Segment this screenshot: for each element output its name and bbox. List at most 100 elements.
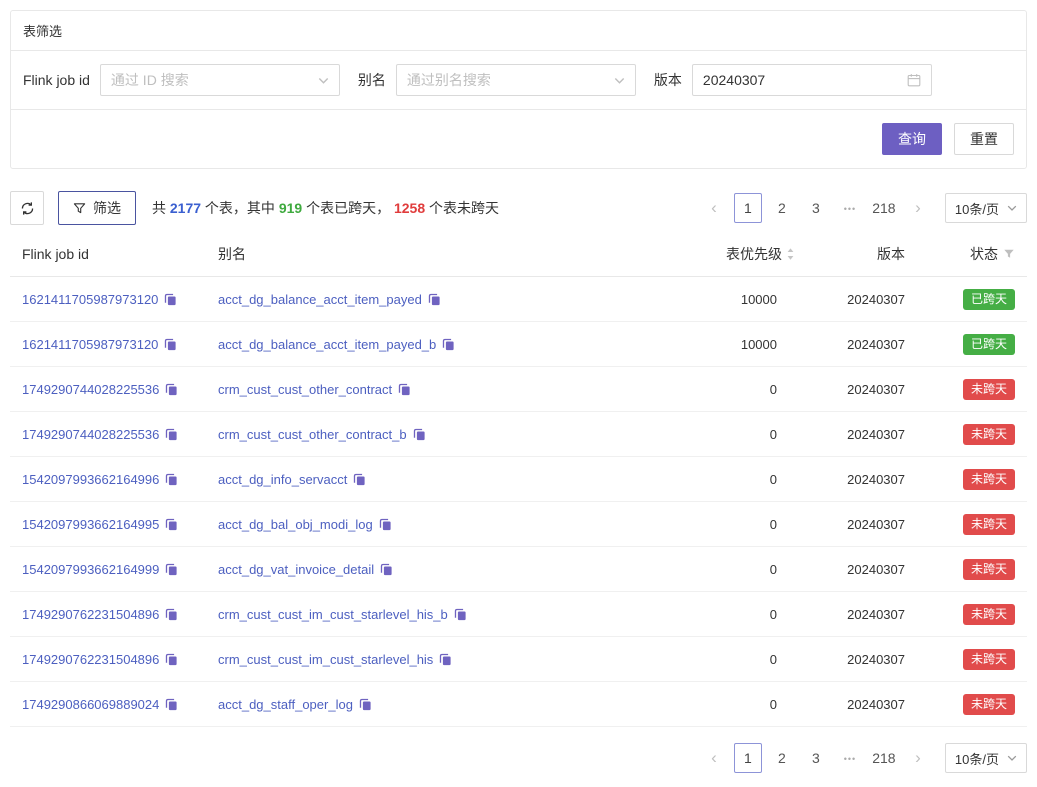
filter-funnel-icon[interactable] — [1003, 248, 1015, 260]
version-date-input[interactable] — [703, 72, 907, 88]
version-cell: 20240307 — [795, 427, 905, 442]
copy-icon[interactable] — [165, 608, 178, 621]
pagination-prev[interactable]: ‹ — [700, 743, 728, 773]
copy-icon[interactable] — [428, 293, 441, 306]
flink-job-id-cell: 1542097993662164999 — [22, 562, 218, 577]
table-row: 1749290744028225536 crm_cust_cust_other_… — [10, 367, 1027, 412]
version-label: 版本 — [654, 70, 682, 90]
status-cell: 未跨天 — [905, 559, 1015, 580]
alias-input[interactable] — [407, 72, 614, 88]
pagination-next[interactable]: › — [904, 743, 932, 773]
page-size-select[interactable]: 10条/页 — [945, 743, 1027, 773]
status-badge: 未跨天 — [963, 469, 1015, 490]
flink-job-id-link[interactable]: 1749290744028225536 — [22, 427, 159, 442]
copy-icon[interactable] — [165, 698, 178, 711]
pagination-page-last[interactable]: 218 — [870, 743, 898, 773]
alias-link[interactable]: acct_dg_vat_invoice_detail — [218, 562, 374, 577]
status-cell: 已跨天 — [905, 334, 1015, 355]
copy-icon[interactable] — [413, 428, 426, 441]
pagination-page-3[interactable]: 3 — [802, 743, 830, 773]
flink-job-id-cell: 1749290866069889024 — [22, 697, 218, 712]
pagination-page-1[interactable]: 1 — [734, 743, 762, 773]
pagination-prev[interactable]: ‹ — [700, 193, 728, 223]
status-cell: 未跨天 — [905, 424, 1015, 445]
flink-job-id-link[interactable]: 1749290762231504896 — [22, 607, 159, 622]
table-header: Flink job id 别名 表优先级 版本 状态 — [10, 231, 1027, 277]
alias-cell: acct_dg_vat_invoice_detail — [218, 562, 645, 577]
pagination-bottom: ‹ 1 2 3 ••• 218 › 10条/页 — [697, 743, 1027, 773]
pagination-page-2[interactable]: 2 — [768, 193, 796, 223]
status-cell: 未跨天 — [905, 649, 1015, 670]
refresh-button[interactable] — [10, 191, 44, 225]
copy-icon[interactable] — [164, 293, 177, 306]
copy-icon[interactable] — [454, 608, 467, 621]
version-date-picker[interactable] — [692, 64, 932, 96]
status-badge: 已跨天 — [963, 334, 1015, 355]
footer: ‹ 1 2 3 ••• 218 › 10条/页 — [10, 743, 1027, 773]
alias-link[interactable]: acct_dg_balance_acct_item_payed_b — [218, 337, 436, 352]
chevron-down-icon — [1007, 203, 1017, 213]
summary-total-count: 2177 — [170, 200, 201, 216]
column-header-status[interactable]: 状态 — [905, 244, 1015, 264]
pagination-page-3[interactable]: 3 — [802, 193, 830, 223]
flink-job-id-link[interactable]: 1621411705987973120 — [22, 337, 158, 352]
copy-icon[interactable] — [165, 518, 178, 531]
sort-icon[interactable] — [786, 247, 795, 261]
flink-job-id-input[interactable] — [111, 72, 318, 88]
copy-icon[interactable] — [165, 383, 178, 396]
pagination-ellipsis[interactable]: ••• — [836, 193, 864, 223]
filter-toggle-button[interactable]: 筛选 — [58, 191, 136, 225]
pagination-page-2[interactable]: 2 — [768, 743, 796, 773]
pagination-page-last[interactable]: 218 — [870, 193, 898, 223]
copy-icon[interactable] — [379, 518, 392, 531]
page-size-value: 10条/页 — [955, 749, 999, 768]
filter-actions-row: 查询 重置 — [11, 110, 1026, 168]
flink-job-id-link[interactable]: 1542097993662164996 — [22, 472, 159, 487]
alias-link[interactable]: crm_cust_cust_im_cust_starlevel_his — [218, 652, 433, 667]
alias-link[interactable]: crm_cust_cust_im_cust_starlevel_his_b — [218, 607, 448, 622]
table-row: 1542097993662164999 acct_dg_vat_invoice_… — [10, 547, 1027, 592]
flink-job-id-link[interactable]: 1749290762231504896 — [22, 652, 159, 667]
pagination-page-1[interactable]: 1 — [734, 193, 762, 223]
alias-select[interactable] — [396, 64, 636, 96]
alias-cell: crm_cust_cust_other_contract_b — [218, 427, 645, 442]
flink-job-id-link[interactable]: 1542097993662164995 — [22, 517, 159, 532]
status-cell: 未跨天 — [905, 514, 1015, 535]
copy-icon[interactable] — [164, 338, 177, 351]
flink-job-id-cell: 1542097993662164995 — [22, 517, 218, 532]
alias-cell: acct_dg_balance_acct_item_payed_b — [218, 337, 645, 352]
alias-link[interactable]: crm_cust_cust_other_contract — [218, 382, 392, 397]
alias-link[interactable]: acct_dg_bal_obj_modi_log — [218, 517, 373, 532]
alias-link[interactable]: acct_dg_balance_acct_item_payed — [218, 292, 422, 307]
copy-icon[interactable] — [359, 698, 372, 711]
copy-icon[interactable] — [353, 473, 366, 486]
flink-job-id-link[interactable]: 1749290866069889024 — [22, 697, 159, 712]
alias-link[interactable]: acct_dg_staff_oper_log — [218, 697, 353, 712]
copy-icon[interactable] — [398, 383, 411, 396]
flink-job-id-cell: 1749290744028225536 — [22, 382, 218, 397]
pagination-ellipsis[interactable]: ••• — [836, 743, 864, 773]
priority-cell: 0 — [645, 472, 795, 487]
query-button[interactable]: 查询 — [882, 123, 942, 155]
copy-icon[interactable] — [165, 473, 178, 486]
column-header-priority[interactable]: 表优先级 — [645, 244, 795, 264]
flink-job-id-link[interactable]: 1621411705987973120 — [22, 292, 158, 307]
copy-icon[interactable] — [442, 338, 455, 351]
status-cell: 未跨天 — [905, 604, 1015, 625]
alias-link[interactable]: crm_cust_cust_other_contract_b — [218, 427, 407, 442]
flink-job-id-link[interactable]: 1542097993662164999 — [22, 562, 159, 577]
flink-job-id-link[interactable]: 1749290744028225536 — [22, 382, 159, 397]
reset-button[interactable]: 重置 — [954, 123, 1014, 155]
page-size-select[interactable]: 10条/页 — [945, 193, 1027, 223]
version-cell: 20240307 — [795, 517, 905, 532]
pagination-next[interactable]: › — [904, 193, 932, 223]
copy-icon[interactable] — [439, 653, 452, 666]
copy-icon[interactable] — [165, 653, 178, 666]
flink-job-id-select[interactable] — [100, 64, 340, 96]
alias-label: 别名 — [358, 70, 386, 90]
alias-link[interactable]: acct_dg_info_servacct — [218, 472, 347, 487]
copy-icon[interactable] — [380, 563, 393, 576]
copy-icon[interactable] — [165, 563, 178, 576]
copy-icon[interactable] — [165, 428, 178, 441]
status-cell: 未跨天 — [905, 694, 1015, 715]
